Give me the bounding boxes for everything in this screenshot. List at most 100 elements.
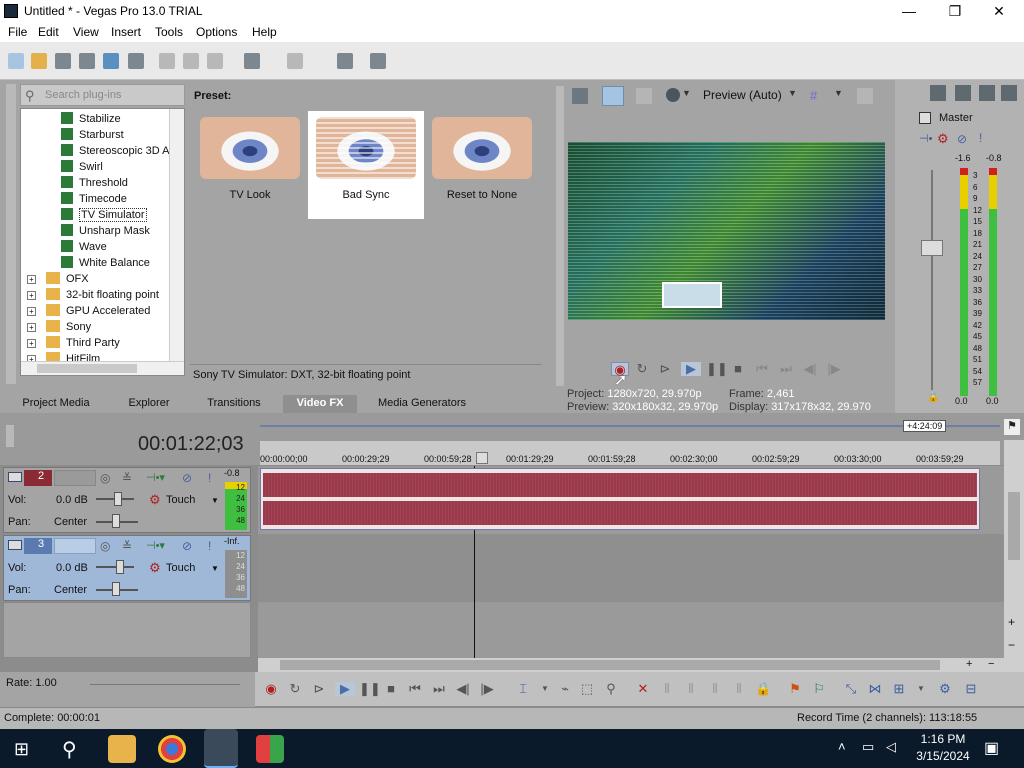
automation-mode-icon[interactable]: ⚙ <box>149 492 161 508</box>
go-to-end-icon[interactable]: ⏭ <box>431 682 447 696</box>
menu-file[interactable]: File <box>8 25 27 39</box>
redo-icon[interactable] <box>287 53 303 69</box>
cut-icon[interactable] <box>159 53 175 69</box>
next-frame-icon[interactable]: |▶ <box>479 682 495 696</box>
pause-icon[interactable]: ❚❚ <box>359 682 381 696</box>
go-to-start-icon[interactable]: ⏮ <box>754 362 770 376</box>
copy-icon[interactable] <box>183 53 199 69</box>
folder-item[interactable]: + GPU Accelerated <box>27 304 150 319</box>
save-as-icon[interactable] <box>79 53 95 69</box>
render-as-icon[interactable] <box>103 53 119 69</box>
notifications-icon[interactable]: ▣ <box>984 738 999 758</box>
delete-icon[interactable]: ✕ <box>635 682 651 696</box>
solo-icon[interactable]: ! <box>208 471 211 485</box>
panel-grip[interactable] <box>556 86 564 386</box>
trim-end-icon[interactable]: ⫴ <box>707 682 723 696</box>
volume-slider-thumb[interactable] <box>116 560 124 574</box>
track-fx-icon[interactable]: ≚ <box>122 539 132 553</box>
menu-view[interactable]: View <box>73 25 99 39</box>
maximize-button[interactable]: ❐ <box>932 0 978 22</box>
split-screen-icon[interactable] <box>636 88 652 104</box>
auto-ripple-icon[interactable]: ⤡ <box>843 682 859 696</box>
record-icon[interactable]: ◉ <box>263 682 279 696</box>
downmix-icon[interactable] <box>979 85 995 101</box>
folder-item[interactable]: + Sony <box>27 320 91 335</box>
play-from-start-icon[interactable]: ⊳ <box>657 362 673 376</box>
solo-icon[interactable]: ! <box>208 539 211 553</box>
vegas-taskbar-icon[interactable] <box>204 729 238 768</box>
insert-marker-icon[interactable]: ⚑ <box>787 682 803 696</box>
selection-tool-icon[interactable]: ⬚ <box>579 682 595 696</box>
go-to-start-icon[interactable]: ⏮ <box>407 682 423 696</box>
what-is-this-icon[interactable] <box>370 53 386 69</box>
track-minimize-icon[interactable] <box>8 540 22 550</box>
minimize-button[interactable]: — <box>886 0 932 22</box>
expand-icon[interactable]: + <box>27 339 36 348</box>
fx-item[interactable]: White Balance <box>61 256 150 271</box>
zoom-out-icon[interactable]: − <box>988 658 994 670</box>
mute-icon[interactable]: ⊘ <box>182 539 192 553</box>
loop-playback-icon[interactable]: ↻ <box>634 362 650 376</box>
expand-icon[interactable]: + <box>27 307 36 316</box>
automation-mode[interactable]: Touch <box>166 562 195 574</box>
timeline-overview-bar[interactable] <box>260 425 1000 427</box>
track-header-2[interactable]: 2 ◎ ≚ ⊣•▾ ⊘ ! Vol: 0.0 dB ⚙ Touch ▼ Pan:… <box>3 467 251 533</box>
network-icon[interactable]: ▭ <box>862 739 874 755</box>
save-icon[interactable] <box>55 53 71 69</box>
preset-bad-sync[interactable]: Bad Sync <box>308 111 424 219</box>
menu-help[interactable]: Help <box>252 25 277 39</box>
tab-media-generators[interactable]: Media Generators <box>370 395 474 413</box>
store-icon[interactable] <box>256 735 284 763</box>
video-output-icon[interactable] <box>572 88 588 104</box>
panel-grip[interactable] <box>6 425 14 447</box>
automation-mode-icon[interactable]: ⚙ <box>149 560 161 576</box>
track-header-3[interactable]: 3 ◎ ≚ ⊣•▾ ⊘ ! Vol: 0.0 dB ⚙ Touch ▼ Pan:… <box>3 535 251 601</box>
project-timecode[interactable]: 00:01:22;03 <box>138 433 244 456</box>
loop-playback-icon[interactable]: ↻ <box>287 682 303 696</box>
master-fx-chain-icon[interactable]: ⚙ <box>937 131 949 147</box>
copy-snapshot-icon[interactable] <box>857 88 873 104</box>
tree-vertical-scrollbar[interactable] <box>169 109 184 361</box>
fx-item[interactable]: Starburst <box>61 128 124 143</box>
dropdown-arrow-icon[interactable]: ▼ <box>682 88 691 98</box>
fx-item[interactable]: Threshold <box>61 176 128 191</box>
previous-frame-icon[interactable]: ◀| <box>802 362 818 376</box>
search-plugins-box[interactable]: ⚲ Search plug-ins <box>20 84 185 106</box>
solo-icon[interactable]: ! <box>979 131 982 145</box>
tab-transitions[interactable]: Transitions <box>200 395 268 413</box>
preview-device-icon[interactable] <box>602 86 624 106</box>
track-minimize-icon[interactable] <box>8 472 22 482</box>
playhead-handle[interactable] <box>476 452 488 464</box>
split-icon[interactable]: ⫴ <box>731 682 747 696</box>
chevron-down-icon[interactable]: ▼ <box>834 88 843 98</box>
folder-item[interactable]: +32-bit floating point <box>27 288 159 303</box>
menu-insert[interactable]: Insert <box>111 25 141 39</box>
menu-edit[interactable]: Edit <box>38 25 59 39</box>
stop-icon[interactable]: ■ <box>383 682 399 696</box>
search-icon[interactable]: ⚲ <box>62 737 77 762</box>
empty-track-area[interactable] <box>3 602 251 658</box>
pan-slider-thumb[interactable] <box>112 514 120 528</box>
mute-icon[interactable]: ⊘ <box>957 132 967 146</box>
pause-icon[interactable]: ❚❚ <box>706 362 728 376</box>
menu-options[interactable]: Options <box>196 25 237 39</box>
fx-item[interactable]: Stereoscopic 3D A <box>61 144 170 159</box>
enable-snapping-icon[interactable] <box>337 53 353 69</box>
open-icon[interactable] <box>31 53 47 69</box>
mute-icon[interactable]: ⊘ <box>182 471 192 485</box>
undo-icon[interactable] <box>244 53 260 69</box>
snapping-icon[interactable]: ⊞ <box>891 682 907 696</box>
scroll-thumb[interactable] <box>280 660 940 670</box>
chevron-down-icon[interactable]: ▼ <box>913 682 929 696</box>
normal-edit-tool-icon[interactable]: ⌶ <box>515 682 531 696</box>
chevron-down-icon[interactable]: ▼ <box>211 564 219 573</box>
envelope-tool-icon[interactable]: ⌁ <box>557 682 573 696</box>
volume-icon[interactable]: ◁ <box>886 739 896 755</box>
windows-start-icon[interactable]: ⊞ <box>14 739 29 760</box>
previous-frame-icon[interactable]: ◀| <box>455 682 471 696</box>
zoom-in-icon[interactable]: + <box>966 658 972 670</box>
fx-item[interactable]: Stabilize <box>61 112 121 127</box>
file-explorer-icon[interactable] <box>108 735 136 763</box>
audio-clip[interactable] <box>260 468 980 530</box>
automation-icon[interactable]: ⊣•▾ <box>146 539 165 552</box>
